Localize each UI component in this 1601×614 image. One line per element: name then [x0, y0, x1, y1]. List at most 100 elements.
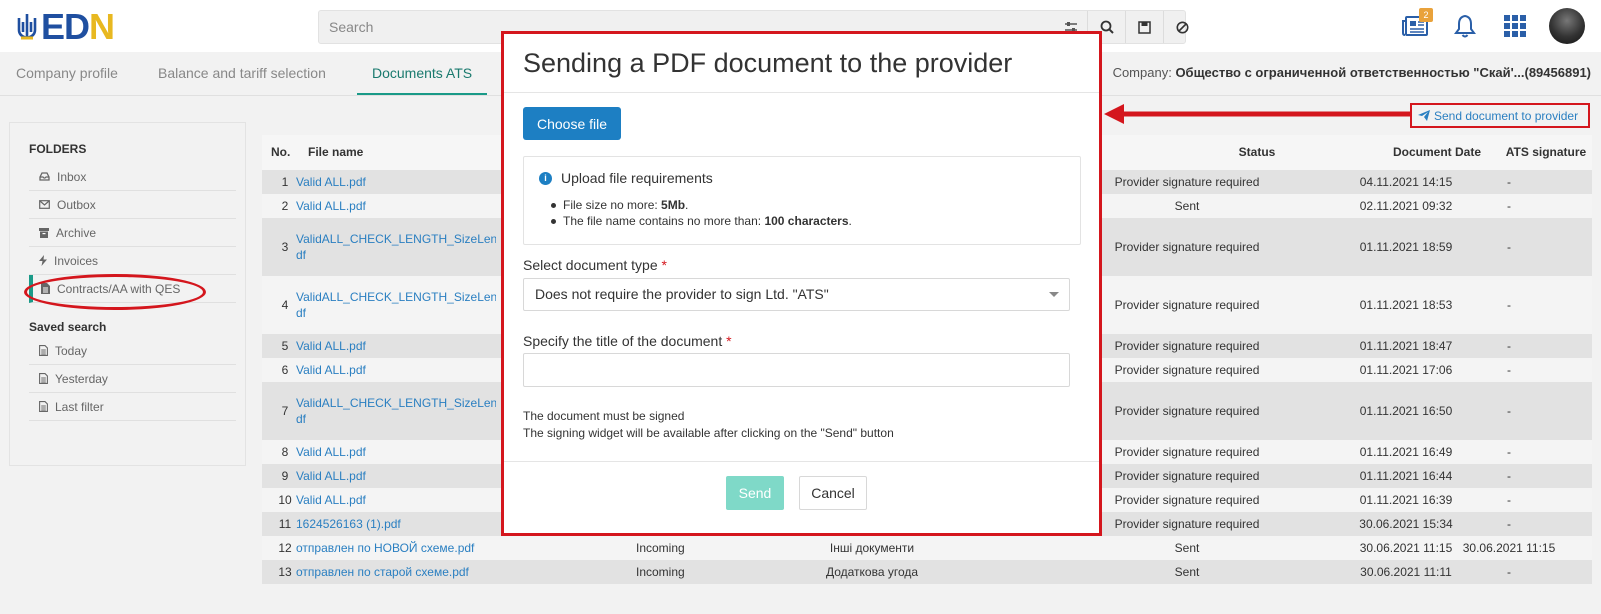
file-icon	[39, 401, 48, 412]
cell-file-name[interactable]: Valid ALL.pdf	[296, 488, 496, 512]
sidebar-item-invoices[interactable]: Invoices	[29, 247, 236, 275]
upload-requirements-box: i Upload file requirements File size no …	[523, 156, 1081, 245]
cell-no: 12	[278, 541, 292, 555]
news-count-badge: 2	[1419, 8, 1433, 22]
sidebar-item-label: Invoices	[54, 253, 99, 268]
tab-company-profile[interactable]: Company profile	[16, 52, 118, 95]
send-pdf-modal: Sending a PDF document to the provider C…	[501, 31, 1102, 536]
requirement-size: File size no more: 5Mb.	[551, 197, 852, 213]
cell-no: 8	[281, 445, 289, 459]
cell-no: 11	[278, 517, 292, 531]
cell-status: Provider signature required	[1114, 298, 1260, 312]
sidebar-item-label: Contracts/AA with QES	[57, 281, 181, 296]
table-row[interactable]: 12 отправлен по НОВОЙ схеме.pdf Incoming Ін…	[262, 536, 1592, 560]
col-status[interactable]: Status	[1192, 135, 1322, 170]
col-no[interactable]: No.	[271, 135, 290, 170]
requirement-name-length: The file name contains no more than: 100…	[551, 213, 852, 229]
company-info: Company: Общество с ограниченной ответст…	[1113, 65, 1591, 80]
cancel-button[interactable]: Cancel	[799, 476, 867, 510]
cell-no: 10	[278, 493, 292, 507]
sidebar-item-today[interactable]: Today	[29, 337, 236, 365]
cell-direction: Incoming	[636, 541, 685, 555]
sidebar-item-outbox[interactable]: Outbox	[29, 191, 236, 219]
envelope-icon	[39, 200, 50, 209]
sidebar-item-label: Outbox	[57, 197, 96, 212]
sidebar-item-contracts[interactable]: Contracts/AA with QES	[29, 275, 236, 303]
document-type-select[interactable]: Does not require the provider to sign Lt…	[523, 278, 1070, 311]
choose-file-button[interactable]: Choose file	[523, 107, 621, 140]
col-document-date[interactable]: Document Date	[1382, 135, 1492, 170]
cell-file-name[interactable]: Valid ALL.pdf	[296, 170, 496, 194]
cell-status: Provider signature required	[1114, 339, 1260, 353]
save-search-button[interactable]	[1125, 11, 1163, 43]
logo-letter-e: E	[41, 6, 65, 47]
cell-status: Provider signature required	[1114, 175, 1260, 189]
cell-status: Sent	[1174, 541, 1200, 555]
cell-status: Provider signature required	[1114, 469, 1260, 483]
sign-note-2: The signing widget will be available aft…	[523, 426, 894, 440]
sidebar-item-last-filter[interactable]: Last filter	[29, 393, 236, 421]
cell-status: Provider signature required	[1114, 404, 1260, 418]
notifications-button[interactable]	[1449, 10, 1481, 42]
cell-ats-signature: -	[1507, 493, 1511, 507]
cell-ats-signature: -	[1507, 404, 1511, 418]
clear-search-button[interactable]	[1163, 11, 1201, 43]
paper-plane-icon	[1418, 110, 1430, 121]
col-ats-signature[interactable]: ATS signature	[1500, 135, 1592, 170]
sidebar-item-label: Yesterday	[55, 371, 108, 386]
document-title-input[interactable]	[523, 353, 1070, 387]
cell-no: 4	[281, 298, 289, 312]
cell-no: 1	[281, 175, 289, 189]
cell-status: Provider signature required	[1114, 240, 1260, 254]
cell-file-name[interactable]: ValidALL_CHECK_LENGTH_SizeLengthLengthLe…	[296, 276, 496, 334]
cell-file-name[interactable]: Valid ALL.pdf	[296, 440, 496, 464]
cell-ats-signature: -	[1507, 175, 1511, 189]
company-prefix: Company:	[1112, 65, 1172, 80]
cell-status: Sent	[1174, 565, 1200, 579]
cell-document-date: 04.11.2021 14:15	[1359, 175, 1453, 189]
sidebar-item-yesterday[interactable]: Yesterday	[29, 365, 236, 393]
sidebar-item-archive[interactable]: Archive	[29, 219, 236, 247]
send-to-provider-label: Send document to provider	[1434, 108, 1579, 123]
requirement-name-text: The file name contains no more than:	[563, 214, 765, 228]
logo-letter-d: D	[64, 6, 90, 47]
cell-file-name[interactable]: отправлен по НОВОЙ схеме.pdf	[296, 536, 496, 560]
cell-document-date: 30.06.2021 11:11	[1360, 565, 1452, 579]
cell-document-date: 30.06.2021 11:15	[1359, 541, 1453, 555]
cell-document-date: 01.11.2021 16:49	[1359, 445, 1453, 459]
cell-file-name[interactable]: Valid ALL.pdf	[296, 194, 496, 218]
apps-button[interactable]	[1499, 10, 1531, 42]
document-title-label-text: Specify the title of the document	[523, 333, 723, 349]
sign-note-1: The document must be signed	[523, 409, 685, 423]
news-button[interactable]: 2	[1399, 8, 1433, 42]
archive-icon	[39, 227, 49, 238]
cell-file-name[interactable]: 1624526163 (1).pdf	[296, 512, 496, 536]
cell-no: 6	[281, 363, 289, 377]
tab-balance-tariff[interactable]: Balance and tariff selection	[158, 52, 326, 95]
document-title-label: Specify the title of the document *	[523, 333, 732, 349]
send-document-to-provider-button[interactable]: Send document to provider	[1410, 103, 1590, 128]
cell-file-name[interactable]: Valid ALL.pdf	[296, 464, 496, 488]
cell-document-type: Додаткова угода	[825, 565, 919, 579]
cell-file-name[interactable]: ValidALL_CHECK_LENGTH_SizeLengthLengthLe…	[296, 218, 496, 276]
document-type-label: Select document type *	[523, 257, 667, 273]
cell-status: Provider signature required	[1114, 445, 1260, 459]
col-file-name[interactable]: File name	[308, 135, 363, 170]
cell-file-name[interactable]: Valid ALL.pdf	[296, 334, 496, 358]
info-icon: i	[539, 171, 552, 185]
cell-no: 7	[281, 404, 289, 418]
cell-file-name[interactable]: Valid ALL.pdf	[296, 358, 496, 382]
ban-icon	[1176, 21, 1189, 33]
sidebar-item-inbox[interactable]: Inbox	[29, 163, 236, 191]
tab-documents-ats[interactable]: Documents ATS	[357, 52, 488, 95]
send-button[interactable]: Send	[726, 476, 784, 510]
cell-file-name[interactable]: отправлен по старой схеме.pdf	[296, 560, 496, 584]
bolt-icon	[39, 255, 47, 266]
edin-logo[interactable]: EDN	[16, 9, 115, 45]
cell-file-name[interactable]: ValidALL_CHECK_LENGTH_SizeLengthLengthLe…	[296, 382, 496, 440]
table-row[interactable]: 13 отправлен по старой схеме.pdf Incoming Д…	[262, 560, 1592, 584]
folders-heading: FOLDERS	[29, 142, 87, 156]
cell-status: Sent	[1174, 199, 1200, 213]
cell-document-date: 01.11.2021 17:06	[1359, 363, 1453, 377]
user-avatar[interactable]	[1549, 8, 1585, 44]
